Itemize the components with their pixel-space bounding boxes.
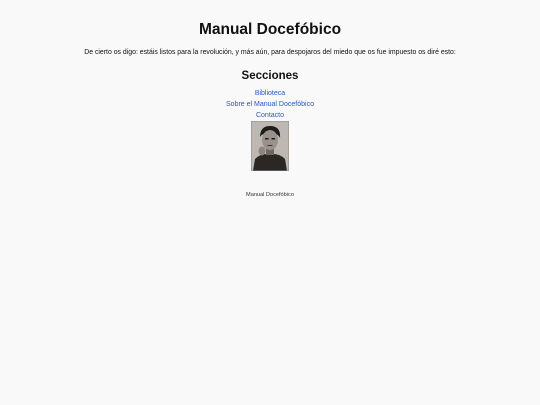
nav-item-sobre: Sobre el Manual Docefóbico — [0, 99, 540, 110]
footer: Manual Docefóbico — [0, 191, 540, 199]
nav-item-contacto: Contacto — [0, 110, 540, 121]
nav-link-biblioteca[interactable]: Biblioteca — [255, 90, 285, 97]
page-title: Manual Docefóbico — [198, 21, 342, 38]
nav-link-sobre[interactable]: Sobre el Manual Docefóbico — [226, 101, 314, 108]
intro-text: De cierto os digo: estáis listos para la… — [84, 49, 456, 56]
nav-item-biblioteca: Biblioteca — [0, 88, 540, 99]
sections-nav: Biblioteca Sobre el Manual Docefóbico Co… — [0, 88, 540, 121]
footer-text: Manual Docefóbico — [246, 192, 294, 198]
portrait-image — [251, 121, 289, 171]
nav-link-contacto[interactable]: Contacto — [256, 112, 284, 119]
sections-heading: Secciones — [241, 70, 299, 82]
page: Manual Docefóbico De cierto os digo: est… — [0, 0, 540, 405]
